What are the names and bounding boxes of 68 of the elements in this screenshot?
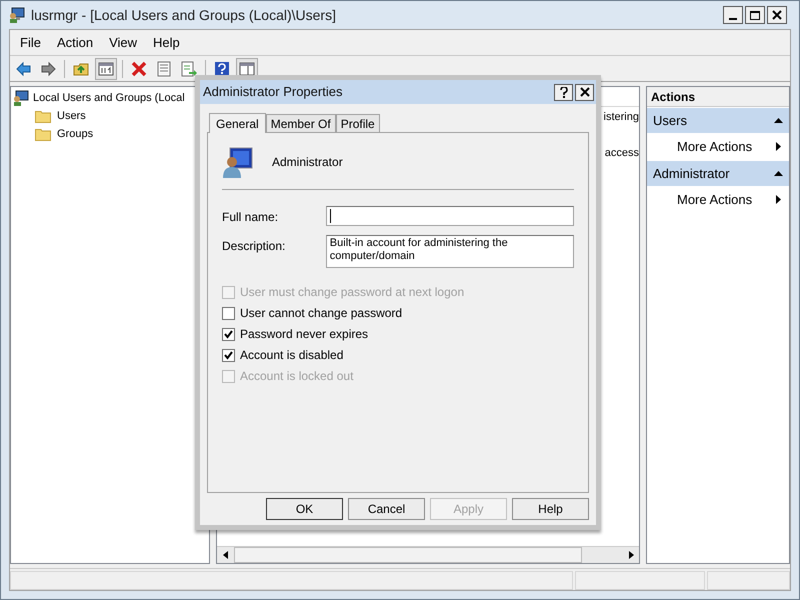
section-header[interactable]: Users <box>647 108 789 133</box>
close-icon <box>772 10 782 20</box>
list-text: access <box>604 146 639 160</box>
back-arrow-icon <box>15 60 31 76</box>
menu-item[interactable]: Help <box>147 32 186 52</box>
submenu-arrow-icon <box>776 195 781 204</box>
checkbox[interactable] <box>222 348 235 362</box>
list-text: istering <box>604 110 639 125</box>
export-list-icon <box>181 60 197 76</box>
actions-header: Actions <box>647 87 789 107</box>
close-button[interactable] <box>767 6 787 24</box>
tree-item[interactable]: Groups <box>57 126 94 142</box>
action-item[interactable]: More Actions <box>647 133 789 160</box>
action-label: More Actions <box>677 138 752 156</box>
folder-up-icon <box>73 60 89 76</box>
computer-users-icon <box>13 90 29 106</box>
checkbox-label: User cannot change password <box>240 305 402 322</box>
section-title: Users <box>653 112 687 130</box>
maximize-button[interactable] <box>745 6 765 24</box>
dialog-button[interactable]: OK <box>266 498 343 520</box>
help-button[interactable] <box>554 84 573 100</box>
close-button[interactable] <box>575 84 594 100</box>
field-label: Full name: <box>222 209 280 226</box>
dialog-button[interactable]: Help <box>512 498 589 520</box>
section-title: Administrator <box>653 164 730 183</box>
submenu-arrow-icon <box>776 142 781 151</box>
section-header[interactable]: Administrator <box>647 161 789 186</box>
dialog-title: Administrator Properties <box>203 83 344 102</box>
folder-icon <box>35 128 51 140</box>
checkbox-label: User must change password at next logon <box>240 284 464 301</box>
tree-item[interactable]: Local Users and Groups (Local <box>33 90 185 106</box>
full-name-field[interactable] <box>326 206 574 226</box>
checkbox-label: Account is disabled <box>240 347 344 364</box>
checkbox[interactable] <box>222 328 235 340</box>
folder-icon <box>35 110 51 122</box>
close-icon <box>580 87 590 97</box>
action-label: More Actions <box>677 190 752 209</box>
checkbox-label: Account is locked out <box>240 368 354 385</box>
checkbox[interactable] <box>222 306 235 320</box>
computer-users-icon <box>9 7 27 23</box>
user-icon <box>222 146 254 178</box>
tab[interactable]: Profile <box>336 114 380 132</box>
minimize-button[interactable] <box>723 6 743 24</box>
horizontal-scrollbar[interactable] <box>217 546 639 563</box>
menu-item[interactable]: Action <box>50 32 100 52</box>
tree-pane-icon <box>98 60 114 76</box>
action-item[interactable]: More Actions <box>647 186 789 213</box>
dialog-button[interactable]: Cancel <box>348 498 425 520</box>
tab[interactable]: Member Of <box>266 114 336 132</box>
window-title: lusrmgr - [Local Users and Groups (Local)\Users] <box>31 6 337 25</box>
collapse-icon[interactable] <box>774 118 783 123</box>
tree-item[interactable]: Users <box>57 108 86 124</box>
menu-item[interactable]: View <box>103 32 144 52</box>
toolbar-button[interactable] <box>95 58 117 80</box>
menu-item[interactable]: File <box>14 32 47 52</box>
forward-arrow-icon <box>40 60 56 76</box>
description-field[interactable]: Built-in account for administering the computer/domain <box>326 235 574 268</box>
tab[interactable]: General <box>209 113 266 133</box>
action-pane-icon <box>239 60 255 76</box>
help-icon <box>560 86 568 98</box>
field-label: Description: <box>222 238 286 255</box>
user-name: Administrator <box>272 154 343 171</box>
help-icon <box>214 60 230 76</box>
scrollbar-thumb[interactable] <box>234 547 582 563</box>
checkbox-label: Password never expires <box>240 326 368 343</box>
collapse-icon[interactable] <box>774 171 783 176</box>
properties-icon <box>156 60 172 76</box>
delete-icon <box>131 60 147 76</box>
